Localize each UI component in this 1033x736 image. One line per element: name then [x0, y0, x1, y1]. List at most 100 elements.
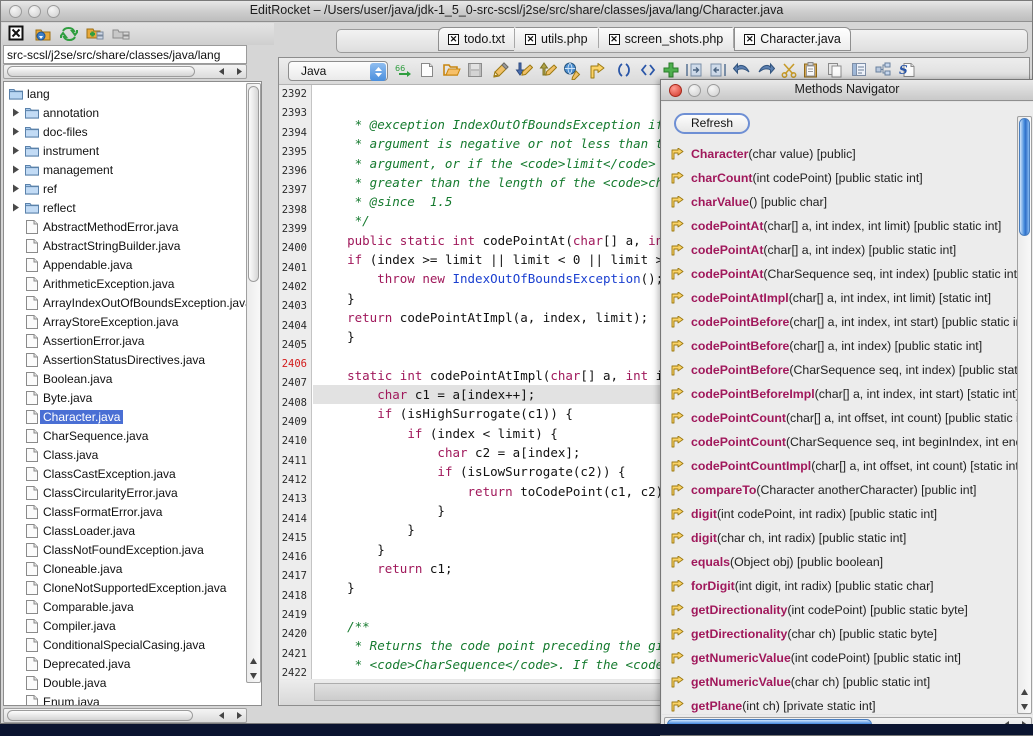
method-list-item[interactable]: codePointAt(char[] a, int index, int lim…: [662, 214, 1033, 238]
tree-folder-item[interactable]: reflect: [4, 198, 246, 217]
method-list-item[interactable]: codePointBefore(char[] a, int index) [pu…: [662, 334, 1033, 358]
tree-file-item[interactable]: Comparable.java: [4, 597, 246, 616]
tree-folder-item[interactable]: lang: [4, 84, 246, 103]
method-list-item[interactable]: compareTo(Character anotherCharacter) [p…: [662, 478, 1033, 502]
tree-file-item[interactable]: CloneNotSupportedException.java: [4, 578, 246, 597]
tree-scroll-down-arrow[interactable]: [247, 668, 260, 682]
methods-scroll-down-arrow[interactable]: [1018, 699, 1031, 713]
tree-file-item[interactable]: ClassNotFoundException.java: [4, 540, 246, 559]
refresh-folder-icon[interactable]: [34, 25, 52, 43]
tree-file-item[interactable]: Deprecated.java: [4, 654, 246, 673]
tree-scroll-up-arrow[interactable]: [247, 654, 260, 668]
method-list-item[interactable]: charCount(int codePoint) [public static …: [662, 166, 1033, 190]
tree-folder-item[interactable]: management: [4, 160, 246, 179]
methods-vertical-scrollbar[interactable]: [1017, 116, 1032, 714]
tree-expander-icon[interactable]: [8, 146, 24, 155]
language-select[interactable]: Java: [288, 61, 388, 81]
tree-file-item[interactable]: ArithmeticException.java: [4, 274, 246, 293]
tree-expander-icon[interactable]: [8, 184, 24, 193]
method-list-item[interactable]: digit(int codePoint, int radix) [public …: [662, 502, 1033, 526]
method-list-item[interactable]: codePointAtImpl(char[] a, int index, int…: [662, 286, 1033, 310]
open-file-icon[interactable]: [443, 62, 463, 82]
tree-folder-item[interactable]: ref: [4, 179, 246, 198]
method-list-item[interactable]: codePointBefore(char[] a, int index, int…: [662, 310, 1033, 334]
tab-utils-php[interactable]: ✕utils.php: [515, 27, 598, 50]
tree-expander-icon[interactable]: [8, 165, 24, 174]
insert-below-icon[interactable]: [515, 62, 535, 82]
parens-icon[interactable]: [615, 62, 635, 82]
method-list-item[interactable]: forDigit(int digit, int radix) [public s…: [662, 574, 1033, 598]
run-icon[interactable]: [589, 62, 609, 82]
edit-pencil-icon[interactable]: [491, 62, 511, 82]
path-scroll-thumb[interactable]: [7, 66, 195, 77]
tree-folder-item[interactable]: instrument: [4, 141, 246, 160]
tree-file-item[interactable]: Appendable.java: [4, 255, 246, 274]
method-list-item[interactable]: Character(char value) [public]: [662, 142, 1033, 166]
tree-file-item[interactable]: CharSequence.java: [4, 426, 246, 445]
tree-file-item[interactable]: ArrayIndexOutOfBoundsException.java: [4, 293, 246, 312]
new-file-icon[interactable]: [419, 62, 439, 82]
tab-close-icon[interactable]: ✕: [609, 34, 620, 45]
method-list-item[interactable]: codePointCount(char[] a, int offset, int…: [662, 406, 1033, 430]
tree-file-item[interactable]: AbstractMethodError.java: [4, 217, 246, 236]
tree-file-item[interactable]: AssertionStatusDirectives.java: [4, 350, 246, 369]
tab-screen-shots-php[interactable]: ✕screen_shots.php: [599, 27, 734, 50]
tree-file-item[interactable]: ClassLoader.java: [4, 521, 246, 540]
tab-close-icon[interactable]: ✕: [525, 34, 536, 45]
path-horizontal-scrollbar[interactable]: [3, 64, 247, 79]
tree-hscroll-left-arrow[interactable]: [214, 709, 230, 722]
tab-list[interactable]: ✕todo.txt✕utils.php✕screen_shots.php✕Cha…: [438, 27, 851, 51]
tree-file-item[interactable]: Character.java: [4, 407, 246, 426]
path-scroll-left-arrow[interactable]: [214, 65, 230, 78]
save-file-icon[interactable]: [467, 62, 487, 82]
tree-scroll-thumb[interactable]: [248, 86, 259, 282]
tree-expander-icon[interactable]: [8, 108, 24, 117]
tab-character-java[interactable]: ✕Character.java: [734, 27, 851, 51]
goto-icon[interactable]: 66: [395, 62, 415, 82]
methods-navigator-body[interactable]: Refresh Character(char value) [public]ch…: [662, 102, 1033, 714]
method-list-item[interactable]: getPlane(int ch) [private static int]: [662, 694, 1033, 714]
tree-file-item[interactable]: ClassCircularityError.java: [4, 483, 246, 502]
method-list-item[interactable]: getNumericValue(int codePoint) [public s…: [662, 646, 1033, 670]
tree-file-item[interactable]: Compiler.java: [4, 616, 246, 635]
tab-close-icon[interactable]: ✕: [744, 34, 755, 45]
tree-vertical-scrollbar[interactable]: [246, 83, 261, 683]
tree-expander-icon[interactable]: [8, 203, 24, 212]
folder-remove-icon[interactable]: [112, 25, 130, 43]
close-project-icon[interactable]: [8, 25, 26, 43]
tree-file-item[interactable]: AbstractStringBuilder.java: [4, 236, 246, 255]
method-list-item[interactable]: codePointBefore(CharSequence seq, int in…: [662, 358, 1033, 382]
tree-file-item[interactable]: ClassFormatError.java: [4, 502, 246, 521]
file-tree[interactable]: langannotationdoc-filesinstrumentmanagem…: [3, 81, 262, 706]
method-list-item[interactable]: codePointBeforeImpl(char[] a, int index,…: [662, 382, 1033, 406]
tree-hscroll-thumb[interactable]: [7, 710, 193, 721]
tree-file-item[interactable]: Double.java: [4, 673, 246, 692]
tree-file-item[interactable]: AssertionError.java: [4, 331, 246, 350]
sync-icon[interactable]: [60, 25, 78, 43]
method-list-item[interactable]: getDirectionality(char ch) [public stati…: [662, 622, 1033, 646]
folder-add-icon[interactable]: [86, 25, 104, 43]
method-list[interactable]: Character(char value) [public]charCount(…: [662, 142, 1033, 714]
method-list-item[interactable]: equals(Object obj) [public boolean]: [662, 550, 1033, 574]
method-list-item[interactable]: codePointCount(CharSequence seq, int beg…: [662, 430, 1033, 454]
method-list-item[interactable]: codePointCountImpl(char[] a, int offset,…: [662, 454, 1033, 478]
tree-horizontal-scrollbar[interactable]: [3, 708, 247, 723]
language-select-stepper-icon[interactable]: [370, 63, 386, 81]
path-input[interactable]: src-scsl/j2se/src/share/classes/java/lan…: [3, 45, 247, 64]
method-list-item[interactable]: codePointAt(char[] a, int index) [public…: [662, 238, 1033, 262]
method-list-item[interactable]: codePointAt(CharSequence seq, int index)…: [662, 262, 1033, 286]
method-list-item[interactable]: digit(char ch, int radix) [public static…: [662, 526, 1033, 550]
tree-folder-item[interactable]: doc-files: [4, 122, 246, 141]
tree-file-item[interactable]: ArrayStoreException.java: [4, 312, 246, 331]
tab-todo-txt[interactable]: ✕todo.txt: [438, 27, 514, 51]
path-scroll-right-arrow[interactable]: [230, 65, 246, 78]
brackets-icon[interactable]: [639, 62, 659, 82]
refresh-button[interactable]: Refresh: [674, 113, 750, 134]
tree-hscroll-right-arrow[interactable]: [230, 709, 246, 722]
tree-file-item[interactable]: Boolean.java: [4, 369, 246, 388]
tab-close-icon[interactable]: ✕: [448, 34, 459, 45]
methods-scroll-up-arrow[interactable]: [1018, 685, 1031, 699]
tree-file-item[interactable]: Cloneable.java: [4, 559, 246, 578]
methods-scroll-thumb[interactable]: [1019, 118, 1030, 236]
tree-file-item[interactable]: ClassCastException.java: [4, 464, 246, 483]
